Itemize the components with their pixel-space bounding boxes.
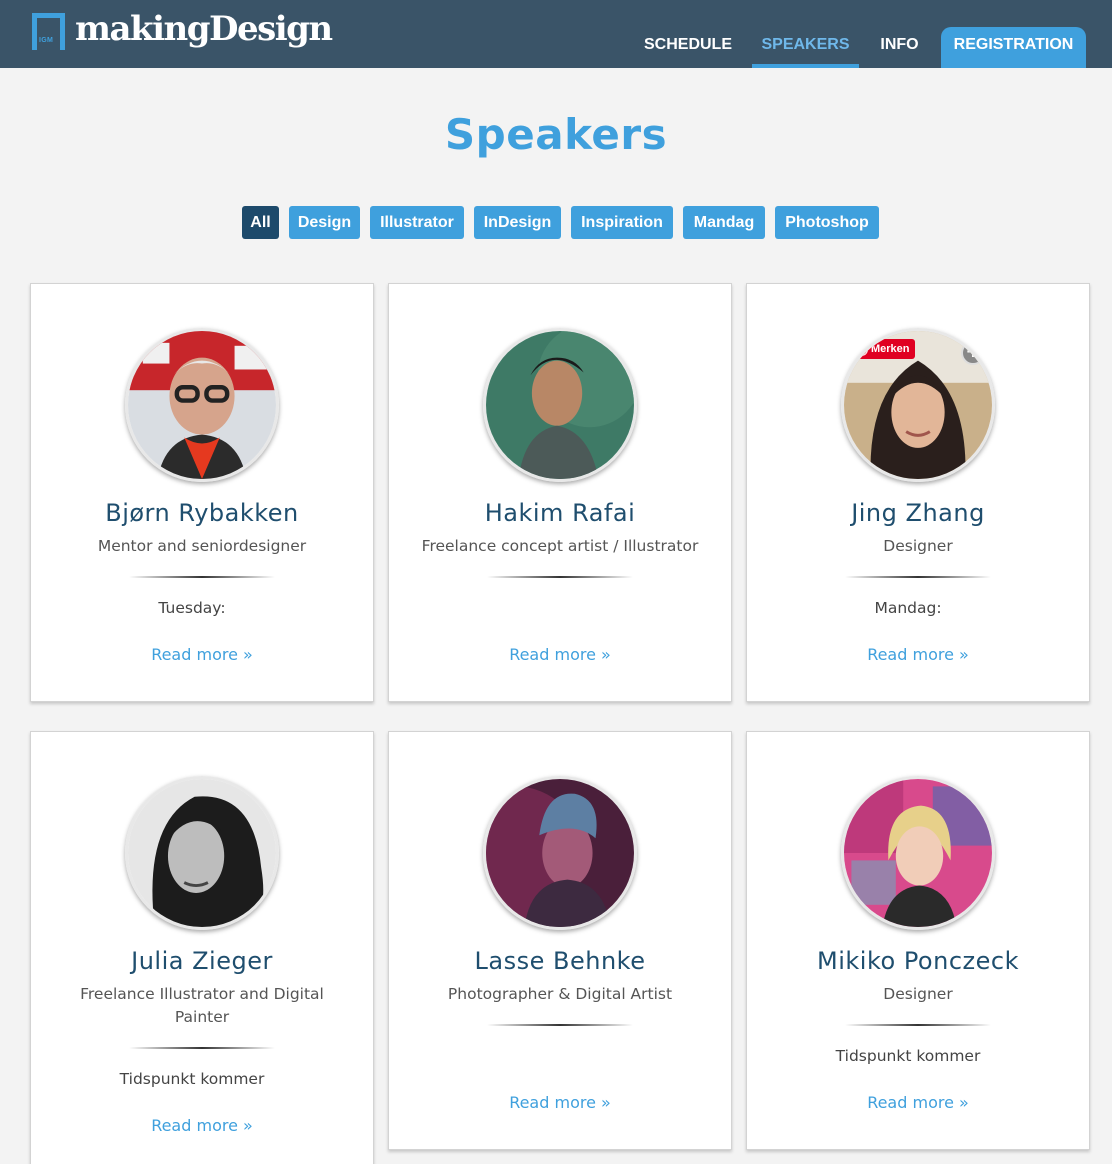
speaker-time: Tuesday:: [158, 599, 226, 617]
speaker-card[interactable]: P Merken + Jing Zhang Designer Mandag: R…: [746, 283, 1090, 702]
logo-icon[interactable]: IGM: [32, 13, 65, 50]
filter-mandag[interactable]: Mandag: [683, 206, 765, 239]
speaker-name: Jing Zhang: [851, 499, 985, 527]
speaker-photo[interactable]: [841, 776, 995, 930]
divider: [845, 576, 991, 578]
speaker-name: Mikiko Ponczeck: [817, 947, 1019, 975]
pinterest-icon: P: [855, 342, 868, 356]
speaker-name: Julia Zieger: [131, 947, 273, 975]
site-logo[interactable]: makingDesign: [75, 9, 333, 49]
speaker-time: Mandag:: [874, 599, 942, 617]
speaker-role: Designer: [883, 537, 953, 555]
divider: [129, 1047, 275, 1049]
speaker-card[interactable]: Hakim Rafai Freelance concept artist / I…: [388, 283, 732, 702]
top-navigation-bar: IGM makingDesign SCHEDULE SPEAKERS INFO …: [0, 0, 1112, 68]
filter-indesign[interactable]: InDesign: [474, 206, 561, 239]
speaker-photo[interactable]: [125, 776, 279, 930]
speaker-role: Designer: [883, 985, 953, 1003]
divider: [129, 576, 275, 578]
pinterest-save-button[interactable]: P Merken: [852, 339, 915, 359]
filter-photoshop[interactable]: Photoshop: [775, 206, 879, 239]
speaker-photo[interactable]: [483, 776, 637, 930]
filter-design[interactable]: Design: [289, 206, 360, 239]
speaker-time: Tidspunkt kommer: [119, 1070, 265, 1088]
speaker-role: Freelance Illustrator and Digital Painte…: [80, 985, 324, 1026]
logo-badge: IGM: [39, 37, 54, 44]
speaker-role: Freelance concept artist / Illustrator: [421, 537, 699, 555]
read-more-link[interactable]: Read more »: [389, 1093, 731, 1112]
read-more-link[interactable]: Read more »: [747, 1093, 1089, 1112]
filter-inspiration[interactable]: Inspiration: [571, 206, 673, 239]
speaker-name: Hakim Rafai: [484, 499, 636, 527]
speaker-photo[interactable]: [125, 328, 279, 482]
filter-all[interactable]: All: [242, 206, 279, 239]
divider: [487, 576, 633, 578]
read-more-link[interactable]: Read more »: [31, 645, 373, 664]
page-title: Speakers: [444, 110, 668, 159]
read-more-link[interactable]: Read more »: [389, 645, 731, 664]
nav-registration-button[interactable]: REGISTRATION: [941, 27, 1086, 68]
speaker-role: Mentor and seniordesigner: [97, 537, 307, 555]
speaker-name: Bjørn Rybakken: [105, 499, 299, 527]
speaker-time: Tidspunkt kommer: [835, 1047, 981, 1065]
speaker-photo[interactable]: [483, 328, 637, 482]
read-more-link[interactable]: Read more »: [31, 1116, 373, 1135]
speaker-name: Lasse Behnke: [474, 947, 646, 975]
speaker-photo[interactable]: P Merken +: [841, 328, 995, 482]
zoom-plus-icon[interactable]: +: [961, 341, 985, 365]
speaker-role: Photographer & Digital Artist: [447, 985, 673, 1003]
divider: [845, 1024, 991, 1026]
speaker-card[interactable]: Julia Zieger Freelance Illustrator and D…: [30, 731, 374, 1164]
read-more-link[interactable]: Read more »: [747, 645, 1089, 664]
speaker-card[interactable]: Lasse Behnke Photographer & Digital Arti…: [388, 731, 732, 1150]
speaker-card[interactable]: Bjørn Rybakken Mentor and seniordesigner…: [30, 283, 374, 702]
nav-info[interactable]: INFO: [869, 27, 930, 68]
speaker-card[interactable]: Mikiko Ponczeck Designer Tidspunkt komme…: [746, 731, 1090, 1150]
nav-speakers[interactable]: SPEAKERS: [752, 27, 859, 68]
filter-illustrator[interactable]: Illustrator: [370, 206, 464, 239]
divider: [487, 1024, 633, 1026]
nav-schedule[interactable]: SCHEDULE: [634, 27, 742, 68]
